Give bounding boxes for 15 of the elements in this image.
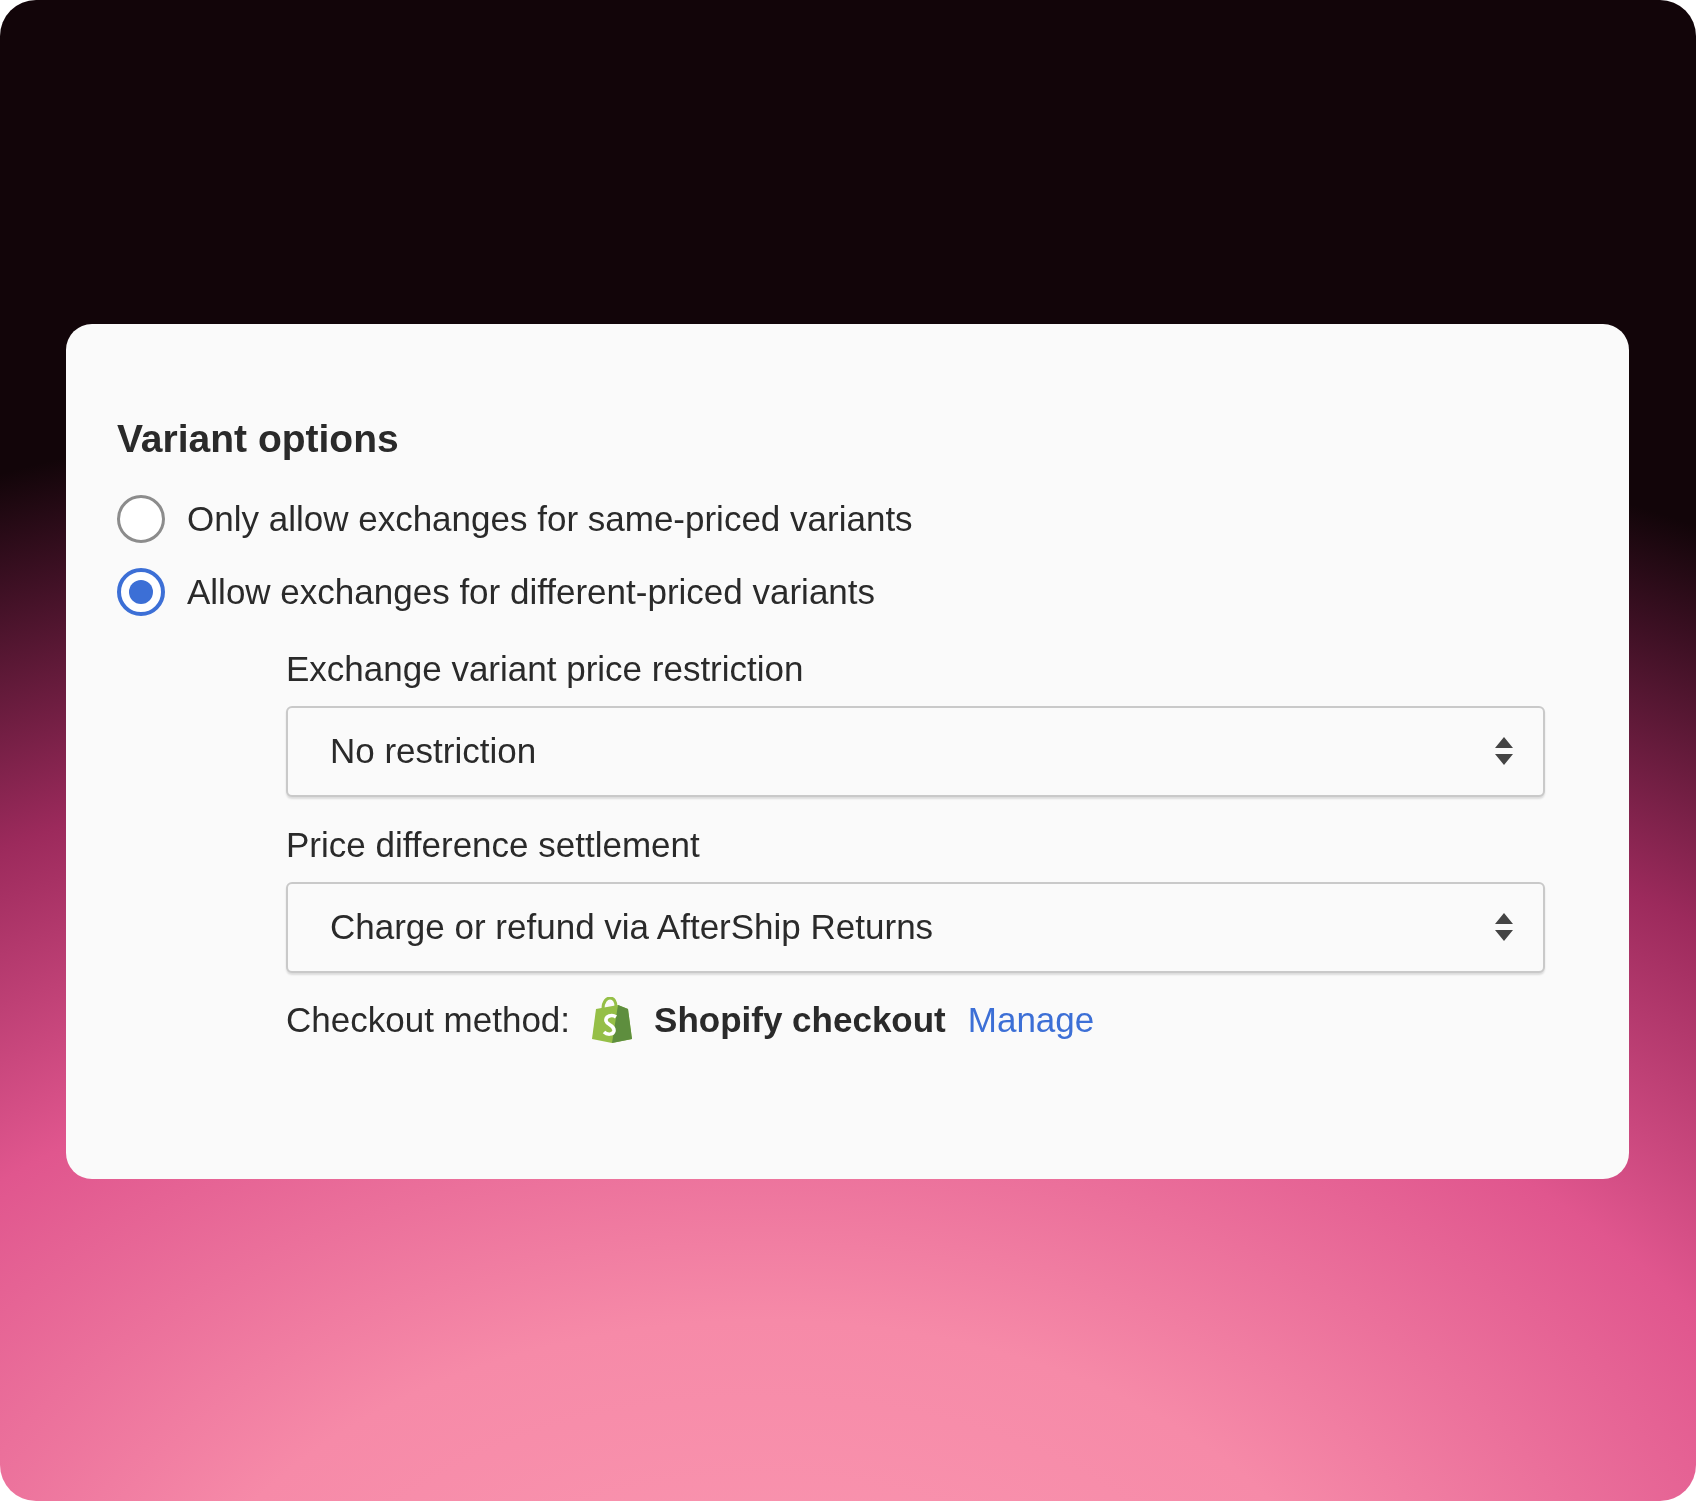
checkout-method: Shopify checkout [654,999,946,1040]
radio-button[interactable] [117,568,165,617]
updown-icon [1495,913,1513,942]
section-title: Variant options [117,416,400,462]
radio-label[interactable]: Only allow exchanges for same-priced variants [187,499,913,540]
manage-link[interactable]: Manage [967,999,1095,1040]
shopping-bag-icon [590,996,635,1043]
checkout-label: Checkout method: [286,999,571,1040]
select-field[interactable]: Charge or refund via AfterShip Returns [286,881,1545,973]
field-label: Exchange variant price restriction [286,648,805,689]
radio-label[interactable]: Allow exchanges for different-priced variants [187,572,876,613]
radio-button[interactable] [117,495,165,544]
field-label: Price difference settlement [286,824,701,865]
updown-icon [1495,737,1513,766]
select-field[interactable]: No restriction [286,705,1545,797]
